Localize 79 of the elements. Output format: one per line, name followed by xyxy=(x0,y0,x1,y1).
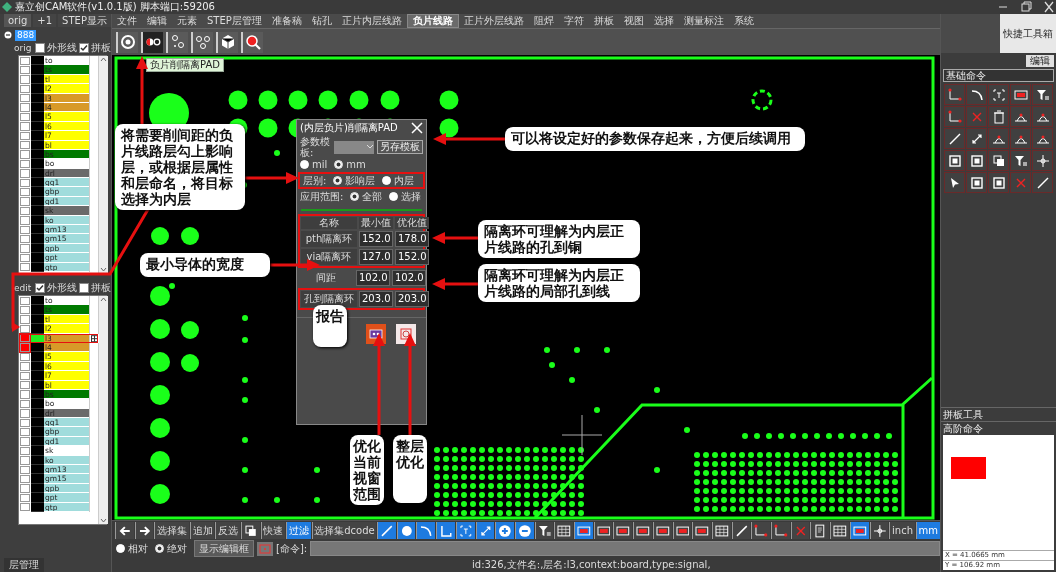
menu-tab[interactable]: 选择 xyxy=(648,14,679,28)
panel-tab[interactable]: STEP显示 xyxy=(58,14,111,27)
table-cell: 孔到隔离环 xyxy=(301,291,357,307)
menu-tab[interactable]: 视图 xyxy=(618,14,649,28)
menu-tab[interactable]: 文件 xyxy=(112,14,142,28)
callout: 隔离环可理解为内层正片线路的孔到铜 xyxy=(478,220,640,258)
toolbar-button[interactable]: mm xyxy=(915,522,940,539)
menu-tab[interactable]: 正片内层线路 xyxy=(336,14,407,28)
field-label: 层别: xyxy=(303,173,327,188)
checkbox-label: 拼板 xyxy=(91,42,111,54)
menu-tab[interactable]: 拼板 xyxy=(588,14,619,28)
menu-tab[interactable]: 系统 xyxy=(728,14,759,28)
edit-button[interactable]: 编辑 xyxy=(1026,55,1054,67)
save-template-button[interactable]: 另存模板 xyxy=(377,140,423,154)
value-field[interactable]: 203.0 xyxy=(395,291,429,307)
checkbox-label: 外形线 xyxy=(47,282,78,294)
radio-label: mil xyxy=(312,159,328,170)
menu-tab[interactable]: 负片线路 xyxy=(406,14,459,28)
panel-tab[interactable]: orig xyxy=(4,14,32,27)
menu-tab[interactable]: 钻孔 xyxy=(306,14,337,28)
callout: 将需要削间距的负片线路层勾上影响层，或根据层属性和层命名，将目标选择为内层 xyxy=(115,124,245,210)
toolbar-button[interactable]: 过滤 xyxy=(286,522,311,539)
radio-label: 全部 xyxy=(362,189,383,204)
value-field[interactable]: 203.0 xyxy=(359,291,393,307)
toolbar-button[interactable]: 选择集dcode xyxy=(311,522,376,539)
radio-label: mm xyxy=(346,159,366,170)
column-header: 名称 xyxy=(301,217,357,229)
field-label: 参数模板: xyxy=(300,136,331,158)
toolbar-button[interactable]: 显示编辑框 xyxy=(194,540,254,557)
radio-label: 影响层 xyxy=(345,173,376,188)
dialog-title: (内层负片)削隔离PAD xyxy=(300,121,398,135)
status-text: id:326,文件名:,层名:l3,context:board,type:signal, xyxy=(472,557,711,572)
field-label: 应用范围: xyxy=(300,189,344,204)
menu-tab[interactable]: 阻焊 xyxy=(528,14,559,28)
toolbar-button[interactable]: 追加 xyxy=(189,522,215,539)
value-field[interactable]: 178.0 xyxy=(395,231,429,247)
callout: 优化当前视窗范围 xyxy=(350,435,384,505)
table-cell: pth隔离环 xyxy=(301,231,357,247)
callout: 可以将设定好的参数保存起来，方便后续调用 xyxy=(505,127,805,151)
value-field[interactable]: 102.0 xyxy=(356,270,390,286)
toolbar-button[interactable]: inch xyxy=(889,522,915,539)
menu-tab[interactable]: 准备稿 xyxy=(266,14,307,28)
value-field[interactable]: 127.0 xyxy=(359,249,393,265)
menu-tab[interactable]: 正片外层线路 xyxy=(458,14,529,28)
command-label: [命令]: xyxy=(276,541,308,556)
checkbox-label: 外形线 xyxy=(47,42,78,54)
callout: 最小导体的宽度 xyxy=(140,253,270,277)
step-name[interactable]: edit xyxy=(14,282,32,294)
tooltip: 负片削隔离PAD xyxy=(146,58,224,72)
checkbox-label: 拼板 xyxy=(91,282,111,294)
callout: 报告 xyxy=(313,305,347,347)
window-title: 嘉立创CAM软件(v1.0.1版) 脚本端口:59206 xyxy=(15,0,215,14)
panel-tab[interactable]: +1 xyxy=(33,14,57,27)
toolbar-button[interactable]: 反选 xyxy=(215,522,240,539)
column-header: 优化值 xyxy=(395,217,429,229)
table-cell-text: 间距 xyxy=(315,271,337,285)
menu-tab[interactable]: 元素 xyxy=(172,14,202,28)
radio-label: 选择 xyxy=(401,189,422,204)
menu-tab[interactable]: 编辑 xyxy=(142,14,172,28)
section-header: 基础命令 xyxy=(943,69,1054,82)
table-cell: via隔离环 xyxy=(301,249,357,265)
callout: 隔离环可理解为内层正片线路的局部孔到线 xyxy=(478,264,640,302)
panel-tab[interactable]: 层管理 xyxy=(4,558,44,572)
callout: 整层优化 xyxy=(393,435,427,503)
value-field[interactable]: 152.0 xyxy=(395,249,429,265)
toolbar-button[interactable]: 快速 xyxy=(260,522,286,539)
column-header: 最小值 xyxy=(359,217,393,229)
toolbox-button[interactable]: 快捷工具箱 xyxy=(1000,14,1056,53)
section-header[interactable]: 拼板工具 xyxy=(941,407,1056,421)
radio-label: 绝对 xyxy=(167,541,187,556)
menu-tab[interactable]: STEP层管理 xyxy=(202,14,267,28)
toolbar-button[interactable]: 选择集 xyxy=(154,522,189,539)
value-field[interactable]: 152.0 xyxy=(359,231,393,247)
radio-label: 相对 xyxy=(128,541,148,556)
radio-label: 内层 xyxy=(394,173,415,188)
value-field[interactable]: 102.0 xyxy=(392,270,426,286)
step-name[interactable]: orig xyxy=(14,42,32,54)
menu-tab[interactable]: 字符 xyxy=(558,14,589,28)
menu-tab[interactable]: 测量标注 xyxy=(678,14,729,28)
